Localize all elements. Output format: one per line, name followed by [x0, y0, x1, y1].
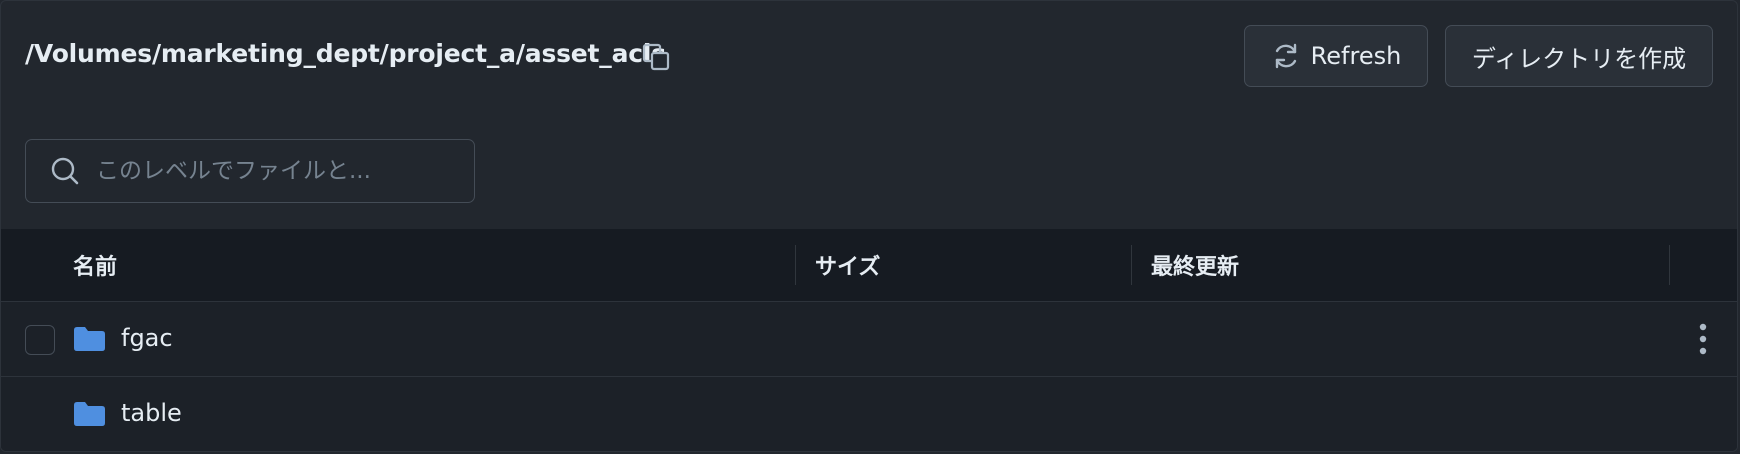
create-directory-button[interactable]: ディレクトリを作成 — [1445, 25, 1713, 87]
row-checkbox[interactable] — [25, 325, 55, 355]
table-header: 名前 サイズ 最終更新 — [1, 229, 1737, 302]
header: /Volumes/marketing_dept/project_a/asset_… — [1, 1, 1737, 113]
column-resize-handle[interactable] — [795, 245, 796, 285]
column-resize-handle[interactable] — [1131, 245, 1132, 285]
file-name[interactable]: table — [121, 399, 182, 427]
create-directory-label: ディレクトリを作成 — [1471, 44, 1687, 73]
search-input[interactable] — [94, 157, 438, 185]
refresh-icon — [1275, 43, 1296, 69]
file-browser-panel: /Volumes/marketing_dept/project_a/asset_… — [0, 0, 1738, 452]
folder-icon — [74, 402, 105, 426]
table-row[interactable]: fgac — [1, 302, 1737, 377]
column-header-size[interactable]: サイズ — [815, 229, 880, 301]
file-name[interactable]: fgac — [121, 324, 173, 352]
refresh-button[interactable]: Refresh — [1244, 25, 1428, 87]
file-table: 名前 サイズ 最終更新 fgac table — [1, 229, 1737, 451]
volume-path: /Volumes/marketing_dept/project_a/asset_… — [25, 39, 666, 68]
column-resize-handle[interactable] — [1669, 245, 1670, 285]
search-box[interactable] — [25, 139, 475, 203]
column-header-last-modified[interactable]: 最終更新 — [1151, 229, 1239, 301]
refresh-label: Refresh — [1310, 42, 1402, 70]
search-icon — [51, 157, 79, 185]
copy-icon[interactable] — [641, 42, 671, 72]
more-options-icon[interactable] — [1695, 322, 1711, 356]
table-row[interactable]: table — [1, 377, 1737, 451]
column-header-name[interactable]: 名前 — [73, 229, 117, 301]
folder-icon — [74, 327, 105, 351]
